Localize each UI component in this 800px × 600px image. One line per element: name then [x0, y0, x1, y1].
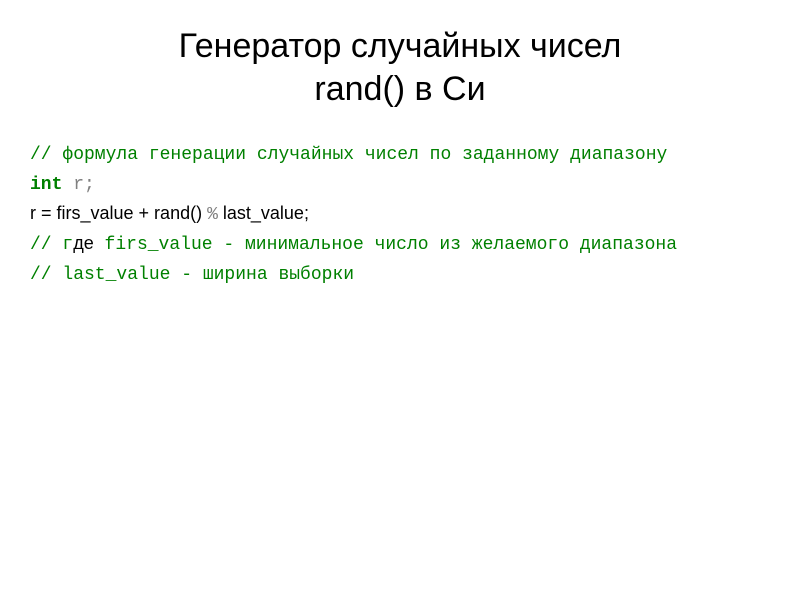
semicolon: ;	[84, 175, 95, 195]
comment-text: // формула генерации случайных чисел по …	[30, 145, 667, 165]
code-formula: r = firs_value + rand() % last_value;	[30, 200, 770, 230]
comment3-text: // last_value - ширина выборки	[30, 265, 354, 285]
slide: Генератор случайных чисел rand() в Си //…	[0, 0, 800, 600]
var-r: r	[62, 175, 84, 195]
code-comment-2: // где firs_value - минимальное число из…	[30, 230, 770, 260]
comment2-c: firs_value - минимальное число из желаем…	[94, 235, 677, 255]
comment2-a: // г	[30, 235, 73, 255]
code-comment-1: // формула генерации случайных чисел по …	[30, 140, 770, 170]
formula-suffix: last_value;	[218, 203, 309, 223]
percent-sign: %	[207, 205, 218, 225]
keyword-int: int	[30, 175, 62, 195]
code-block: // формула генерации случайных чисел по …	[30, 140, 770, 289]
formula-prefix: r = firs_value + rand()	[30, 203, 207, 223]
slide-title: Генератор случайных чисел rand() в Си	[30, 25, 770, 110]
title-line-2: rand() в Си	[314, 70, 485, 108]
code-declaration: int r;	[30, 170, 770, 200]
title-line-1: Генератор случайных чисел	[179, 27, 622, 65]
comment2-b: де	[73, 233, 94, 253]
code-comment-3: // last_value - ширина выборки	[30, 260, 770, 290]
